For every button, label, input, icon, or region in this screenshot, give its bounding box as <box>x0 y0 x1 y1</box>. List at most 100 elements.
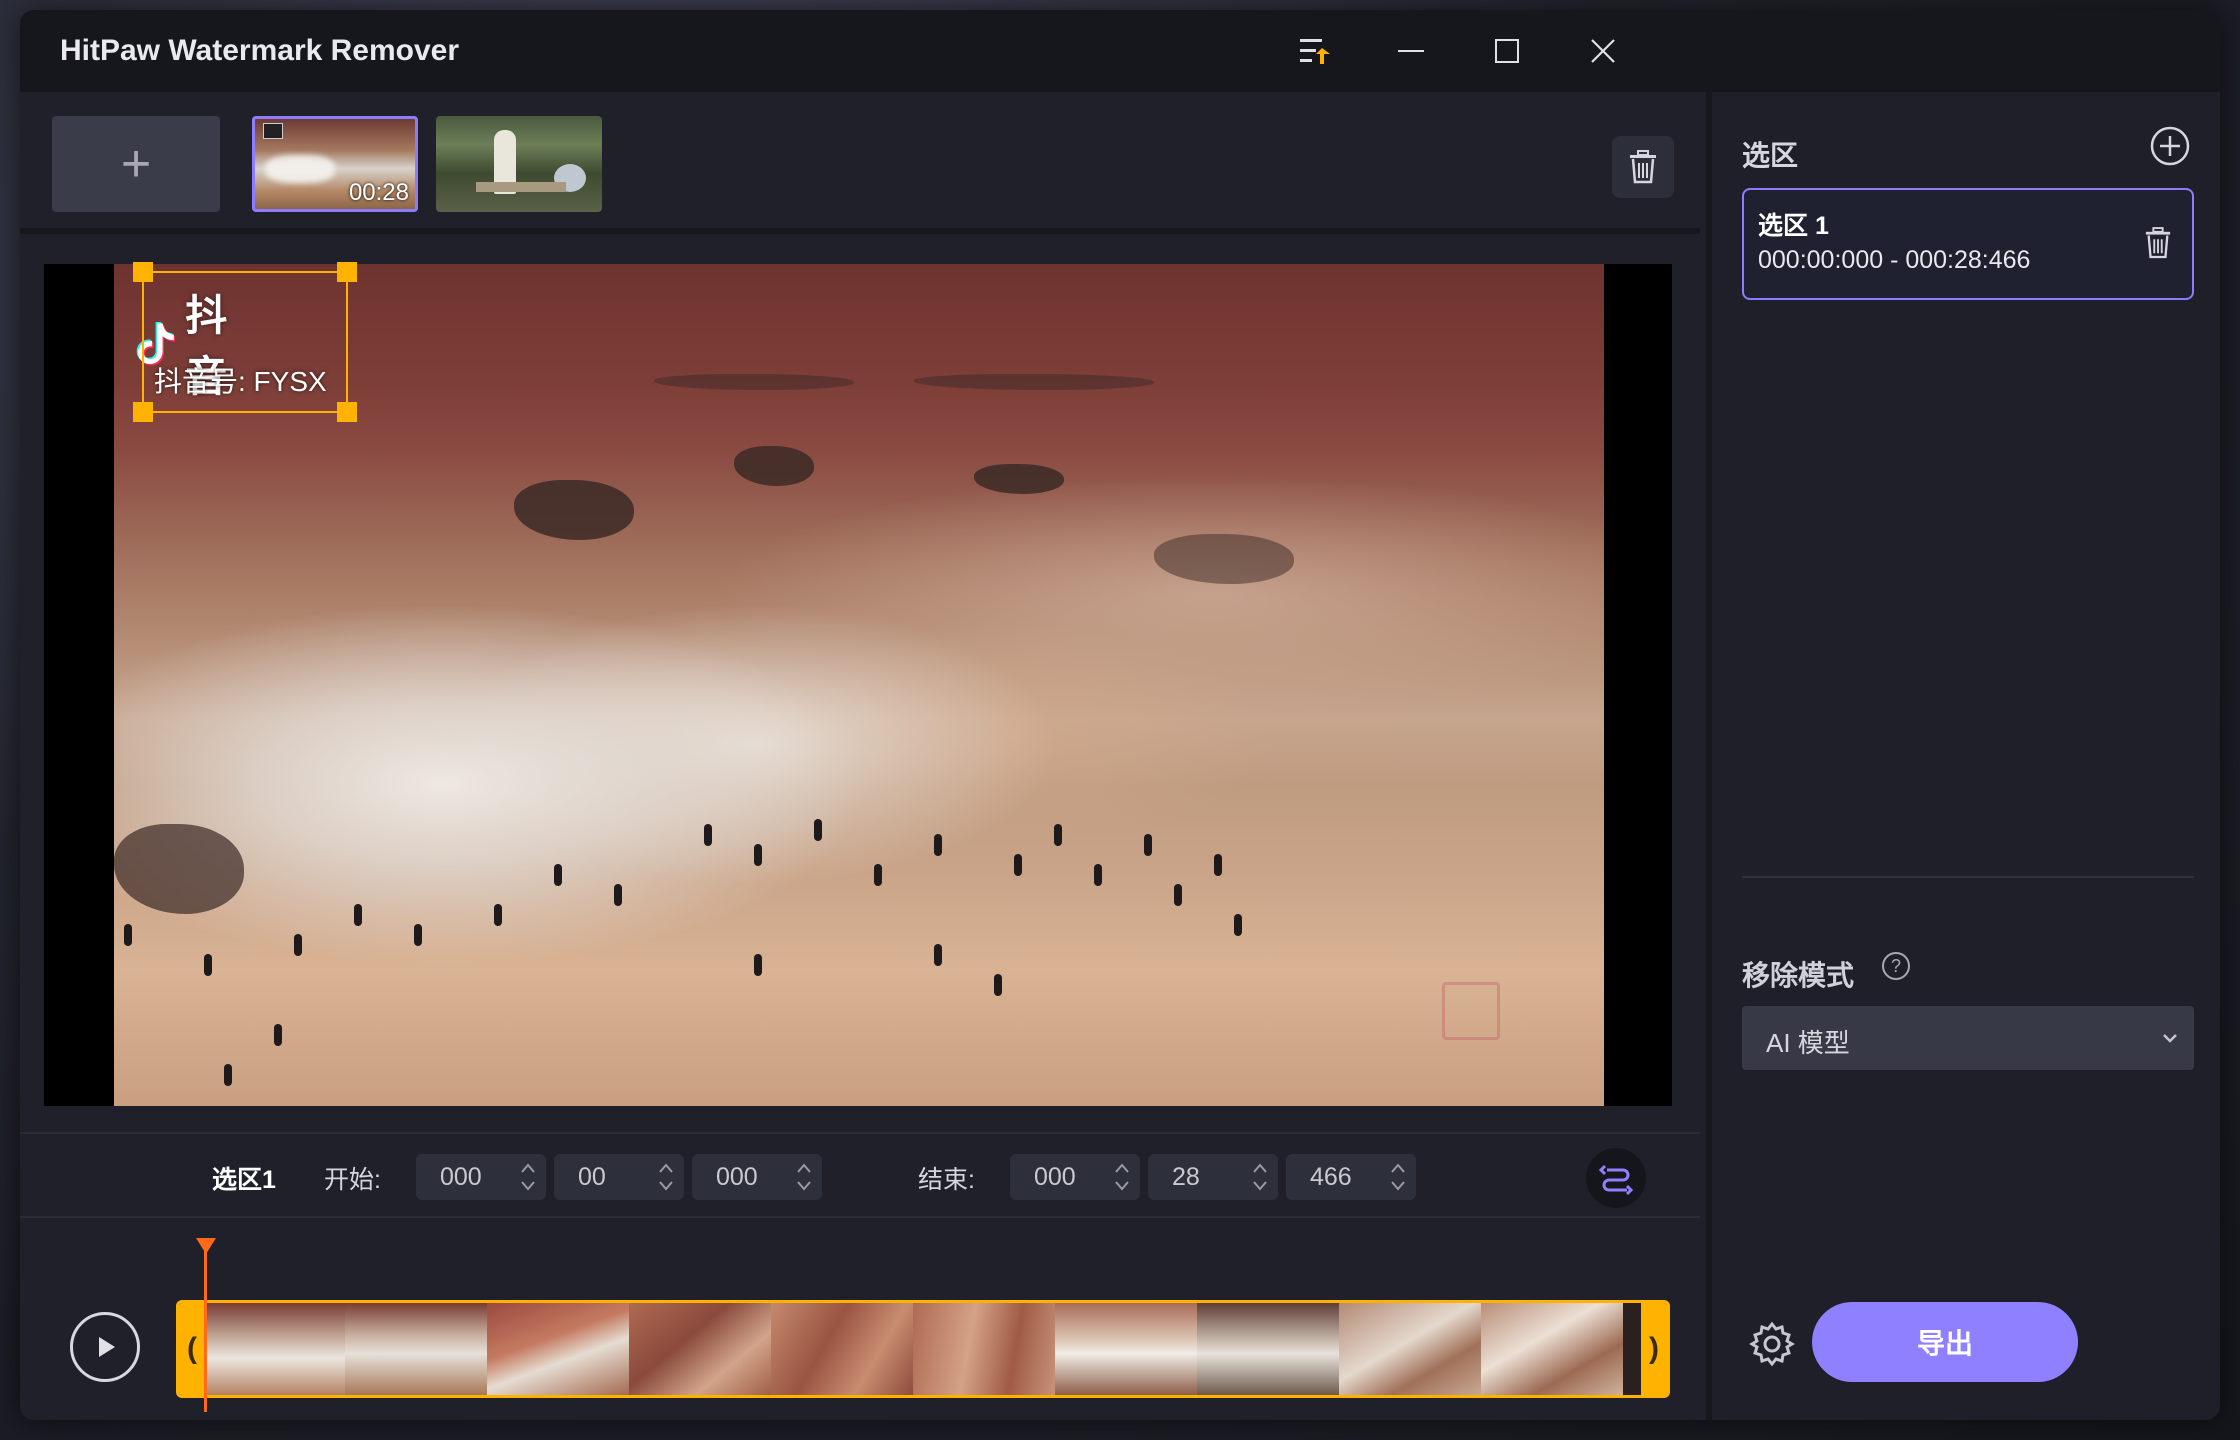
start-millisecond-stepper[interactable]: 000 <box>692 1154 822 1200</box>
timeline-frame <box>1481 1303 1623 1395</box>
selection-name: 选区 1 <box>1758 212 1829 240</box>
stepper-arrows-icon[interactable] <box>520 1160 536 1194</box>
removal-mode-select[interactable]: AI 模型 <box>1742 1006 2194 1070</box>
minimize-icon[interactable] <box>1386 26 1436 76</box>
end-label: 结束: <box>918 1166 975 1194</box>
resize-handle-bottom-left[interactable] <box>133 402 153 422</box>
rock <box>974 464 1064 494</box>
resize-handle-bottom-right[interactable] <box>337 402 357 422</box>
rock <box>654 374 854 390</box>
media-thumbnail-1[interactable]: 00:28 <box>252 116 418 212</box>
stepper-value: 000 <box>716 1163 758 1191</box>
rock <box>914 374 1154 390</box>
media-bar: + 00:28 <box>20 92 1700 234</box>
playhead[interactable] <box>204 1244 207 1412</box>
editor-area: + 00:28 抖音 抖音号: FYSX 选区1 开始: 000 00 000 … <box>20 92 1700 1420</box>
right-panel: 选区 选区 1 000:00:000 - 000:28:466 移除模式 ? A… <box>1706 92 2220 1420</box>
maximize-icon[interactable] <box>1482 26 1532 76</box>
divider <box>1742 876 2194 878</box>
person <box>294 934 302 956</box>
person <box>874 864 882 886</box>
thumbnail-mist <box>265 155 335 183</box>
timeline-frame <box>203 1303 345 1395</box>
person <box>754 844 762 866</box>
person <box>1014 854 1022 876</box>
person <box>1094 864 1102 886</box>
stepper-arrows-icon[interactable] <box>796 1160 812 1194</box>
person <box>204 954 212 976</box>
title-bar: HitPaw Watermark Remover <box>20 10 2220 92</box>
timeline-strip[interactable]: ( ) <box>176 1300 1670 1398</box>
timeline-frame <box>1339 1303 1481 1395</box>
end-minute-stepper[interactable]: 000 <box>1010 1154 1140 1200</box>
chevron-down-icon <box>2163 1034 2177 1043</box>
section-title: 选区 <box>1742 140 1799 171</box>
person <box>994 974 1002 996</box>
person <box>1174 884 1182 906</box>
start-minute-stepper[interactable]: 000 <box>416 1154 546 1200</box>
thumbnail-deck <box>476 182 566 192</box>
rock <box>514 480 634 540</box>
help-icon[interactable]: ? <box>1882 952 1910 980</box>
stepper-value: 466 <box>1310 1163 1352 1191</box>
person <box>354 904 362 926</box>
menu-icon[interactable] <box>1290 26 1340 76</box>
timeline-frame <box>913 1303 1055 1395</box>
media-thumbnail-2[interactable] <box>436 116 602 212</box>
resize-handle-top-right[interactable] <box>337 262 357 282</box>
timeline-frame <box>771 1303 913 1395</box>
timeline-right-handle[interactable]: ) <box>1641 1303 1667 1395</box>
delete-media-button[interactable] <box>1612 136 1674 198</box>
resize-handle-top-left[interactable] <box>133 262 153 282</box>
add-selection-icon[interactable] <box>2148 124 2192 168</box>
apply-range-button[interactable] <box>1586 1148 1646 1208</box>
timeline-left-handle[interactable]: ( <box>179 1303 205 1395</box>
timeline-frame <box>1197 1303 1339 1395</box>
stepper-arrows-icon[interactable] <box>1390 1160 1406 1194</box>
play-button[interactable] <box>70 1312 140 1382</box>
removal-mode-label: 移除模式 <box>1742 960 1855 991</box>
timeline: ( ) <box>20 1216 1700 1420</box>
person <box>934 834 942 856</box>
person <box>554 864 562 886</box>
timeline-frame <box>345 1303 487 1395</box>
person <box>414 924 422 946</box>
gear-icon[interactable] <box>1748 1320 1796 1368</box>
stepper-arrows-icon[interactable] <box>1114 1160 1130 1194</box>
person <box>614 884 622 906</box>
person <box>1214 854 1222 876</box>
range-settings-row: 选区1 开始: 000 00 000 结束: 000 28 466 <box>20 1132 1700 1218</box>
close-icon[interactable] <box>1578 26 1628 76</box>
video-preview[interactable]: 抖音 抖音号: FYSX <box>44 262 1672 1106</box>
selection-card[interactable]: 选区 1 000:00:000 - 000:28:466 <box>1742 188 2194 300</box>
trash-icon <box>1630 150 1656 184</box>
add-media-button[interactable]: + <box>52 116 220 212</box>
watermark-selection-box[interactable] <box>133 262 357 422</box>
person <box>1054 824 1062 846</box>
plus-icon: + <box>120 135 152 193</box>
timeline-frame <box>487 1303 629 1395</box>
stepper-value: 000 <box>1034 1163 1076 1191</box>
person <box>704 824 712 846</box>
thumbnail-duration: 00:28 <box>348 179 409 206</box>
trash-icon[interactable] <box>2144 226 2172 260</box>
thumbnail-watermark <box>263 123 283 139</box>
play-icon <box>99 1337 115 1357</box>
end-millisecond-stepper[interactable]: 466 <box>1286 1154 1416 1200</box>
rock <box>114 824 244 914</box>
person <box>814 819 822 841</box>
stepper-value: 00 <box>578 1163 606 1191</box>
playhead-handle[interactable] <box>196 1238 216 1254</box>
removal-mode-value: AI 模型 <box>1766 1028 1850 1058</box>
range-name: 选区1 <box>212 1166 276 1194</box>
person <box>934 944 942 966</box>
person <box>1144 834 1152 856</box>
export-button[interactable]: 导出 <box>1812 1302 2078 1382</box>
stepper-value: 000 <box>440 1163 482 1191</box>
end-second-stepper[interactable]: 28 <box>1148 1154 1278 1200</box>
start-second-stepper[interactable]: 00 <box>554 1154 684 1200</box>
stepper-arrows-icon[interactable] <box>1252 1160 1268 1194</box>
person <box>124 924 132 946</box>
corner-stamp <box>1442 982 1500 1040</box>
stepper-arrows-icon[interactable] <box>658 1160 674 1194</box>
